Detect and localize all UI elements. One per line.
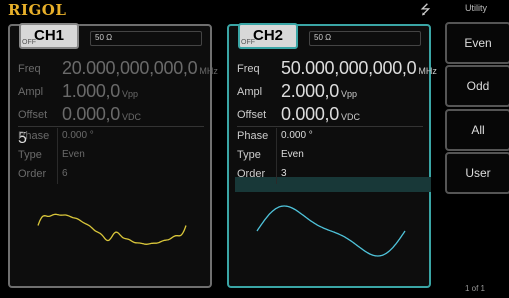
ch1-divider [18,126,204,127]
ch2-phase-value: 0.000 ° [281,130,313,141]
ch1-freq-unit: MHz [199,66,218,76]
ch2-waveform-preview [256,205,406,257]
ch2-divider [237,126,423,127]
channel-2-panel[interactable]: CH2 OFF 50 Ω Freq 50.000,000,000,0 MHz Am… [227,23,437,288]
usb-icon: ⭍ [420,2,431,17]
ch1-type-value: Even [62,149,85,160]
ch2-offset-value: 0.000,0 [281,104,339,124]
ch2-freq-unit: MHz [418,66,437,76]
top-bar: RIGOL ⭍ Utility [0,0,509,20]
ch1-ampl-unit: Vpp [121,89,138,99]
menu-title: Utility [465,3,487,13]
ch2-waveform-trace [256,205,406,257]
ch2-phase-label: Phase [237,130,269,142]
ch1-order-value: 6 [62,168,68,179]
all-button[interactable]: All [445,109,509,151]
ch2-column-divider [276,128,277,184]
ch1-waveform-preview [37,213,187,245]
ch1-offset-value: 0.000,0 [62,104,120,124]
ch1-order-label: Order [18,168,47,180]
ch2-order-label: Order [237,168,266,180]
ch1-type-label: Type [18,149,42,161]
ch1-offset-label: Offset [18,109,48,121]
ch1-freq-value: 20.000,000,000,0 [62,58,198,78]
brand-logo: RIGOL [8,1,67,19]
ch2-freq-label: Freq [237,63,260,75]
ch2-type-label: Type [237,149,261,161]
even-button[interactable]: Even [445,22,509,64]
channel-1-impedance: 50 Ω [95,33,113,42]
ch2-freq-value: 50.000,000,000,0 [281,58,417,78]
channel-2-impedance: 50 Ω [314,33,332,42]
ch2-ampl-label: Ampl [237,86,263,98]
ch1-phase-row[interactable]: Phase 0.000 ° 5 [18,130,203,148]
ch1-phase-value: 0.000 ° [62,130,94,141]
ch1-waveform-trace [37,213,187,245]
ch2-ampl-value: 2.000,0 [281,81,339,101]
channel-1-output-state: OFF [22,39,36,46]
ch2-ampl-unit: Vpp [340,89,357,99]
channel-1-panel[interactable]: CH1 OFF 50 Ω Freq 20.000,000,000,0 MHz Am… [8,23,218,288]
ch2-order-value: 3 [281,168,287,179]
user-button[interactable]: User [445,152,509,194]
ch2-offset-label: Offset [237,109,267,121]
ch1-phase-label: Phase [18,130,50,142]
channel-2-output-state: OFF [241,39,255,46]
channel-2-impedance-box: 50 Ω [309,31,421,46]
ch1-ampl-value: 1.000,0 [62,81,120,101]
ch2-offset-unit: VDC [340,112,360,122]
ch1-ampl-label: Ampl [18,86,44,98]
ch1-offset-unit: VDC [121,112,141,122]
channel-1-impedance-box: 50 Ω [90,31,202,46]
ch2-type-value: Even [281,149,304,160]
page-indicator: 1 of 1 [464,284,485,293]
odd-button[interactable]: Odd [445,65,509,107]
ch1-freq-label: Freq [18,63,41,75]
